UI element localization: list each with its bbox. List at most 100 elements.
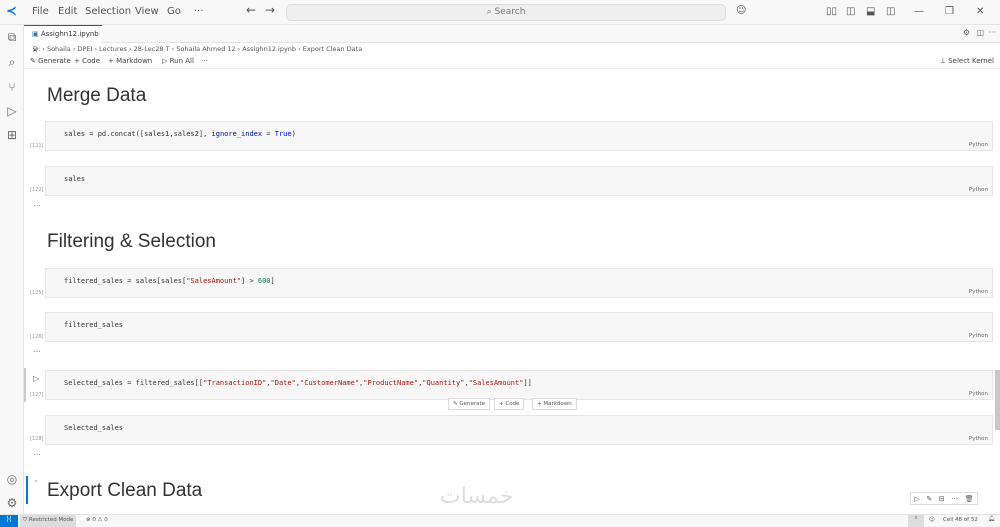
breadcrumb-item[interactable]: D: [33, 45, 40, 53]
title-bar: ≺ File Edit Selection View Go ··· ← → ⌕ … [0, 0, 1000, 25]
insert-code-button[interactable]: + Code [494, 398, 525, 410]
breadcrumb-item[interactable]: Assighn12.ipynb [242, 45, 296, 53]
cell-focus-indicator [24, 368, 26, 402]
explorer-icon[interactable]: ⧉ [5, 30, 19, 44]
gear-icon[interactable]: ⚙ [963, 28, 970, 37]
zoom-icon[interactable]: ⌕ [908, 515, 924, 527]
search-icon[interactable]: ⌕ [5, 55, 19, 69]
source-control-icon[interactable]: ⑂ [5, 80, 19, 94]
cell-language[interactable]: Python [969, 142, 988, 148]
add-code-button[interactable]: + Code [74, 57, 100, 65]
menu-selection[interactable]: Selection [85, 6, 131, 17]
execution-count: [128] [30, 436, 44, 442]
more-actions-icon[interactable]: ··· [988, 28, 996, 37]
breadcrumb-item[interactable]: Export Clean Data [303, 45, 362, 53]
editor-tabs: ▣ Assighn12.ipynb × ⚙ ◫ ··· [24, 25, 1000, 54]
status-bar: ⟩⟨ ⛉ Restricted Mode ⊗ 0 ⚠ 0 ⌕ ☺ Cell 48… [0, 514, 1000, 527]
code-cell-selected[interactable]: Selected_sales = filtered_sales[["Transa… [45, 370, 993, 400]
cell-code[interactable]: filtered_sales [64, 321, 123, 329]
account-icon[interactable]: ◎ [5, 472, 19, 486]
copilot-status-icon[interactable]: ☺ [929, 517, 935, 523]
run-debug-icon[interactable]: ▷ [5, 104, 19, 118]
extensions-icon[interactable]: ⊞ [5, 128, 19, 142]
menu-more[interactable]: ··· [194, 6, 204, 17]
cell-code[interactable]: Selected_sales [64, 424, 123, 432]
cell-code[interactable]: Selected_sales = filtered_sales[["Transa… [64, 379, 532, 387]
code-cell[interactable]: filtered_sales Python [45, 312, 993, 342]
execution-count: [126] [30, 334, 44, 340]
toggle-sidebar-icon[interactable]: ◫ [846, 6, 855, 17]
split-cell-icon[interactable]: ⊟ [939, 495, 945, 503]
minimize-icon[interactable]: — [914, 6, 924, 17]
collapsed-output[interactable]: … [33, 199, 41, 208]
select-kernel-button[interactable]: ⊥ Select Kernel [940, 57, 994, 65]
search-input[interactable]: ⌕ Search [286, 4, 726, 21]
insert-generate-button[interactable]: ✎ Generate [448, 398, 491, 410]
breadcrumb-item[interactable]: 28-Lec28 T [134, 45, 170, 53]
cell-language[interactable]: Python [969, 289, 988, 295]
breadcrumb-item[interactable]: DPEI [77, 45, 92, 53]
more-button[interactable]: ··· [201, 57, 208, 65]
tab-assighn12[interactable]: ▣ Assighn12.ipynb × [24, 25, 102, 54]
execution-count: [125] [30, 290, 44, 296]
breadcrumb: D: › Sohaila › DPEI › Lectures › 28-Lec2… [33, 45, 363, 53]
forward-icon[interactable]: → [265, 3, 275, 17]
customize-layout-icon[interactable]: ▯▯ [826, 6, 837, 17]
menu-edit[interactable]: Edit [58, 6, 77, 17]
markdown-heading-filtering: Filtering & Selection [47, 231, 216, 252]
toggle-panel-icon[interactable]: ⬓ [866, 6, 875, 17]
copilot-icon[interactable]: ☺ [736, 5, 746, 16]
run-icon[interactable]: ▷ [914, 495, 919, 503]
run-cell-icon[interactable]: ▷ [33, 374, 39, 383]
menu-view[interactable]: View [135, 6, 159, 17]
edit-icon[interactable]: ✎ [926, 495, 932, 503]
menu-file[interactable]: File [32, 6, 49, 17]
code-cell[interactable]: sales Python [45, 166, 993, 196]
markdown-heading-merge-data: Merge Data [47, 85, 147, 106]
toggle-secondary-sidebar-icon[interactable]: ◫ [886, 6, 895, 17]
breadcrumb-item[interactable]: Sohaila Ahmed 12 [176, 45, 235, 53]
code-cell[interactable]: sales = pd.concat([sales1,sales2], ignor… [45, 121, 993, 151]
back-icon[interactable]: ← [246, 3, 256, 17]
notebook-toolbar: ✎ Generate + Code + Markdown ▷ Run All ·… [24, 55, 1000, 69]
cell-position[interactable]: Cell 48 of 52 [943, 517, 978, 523]
breadcrumb-item[interactable]: Sohaila [47, 45, 71, 53]
settings-gear-icon[interactable]: ⚙ [5, 496, 19, 510]
execution-count: [127] [30, 392, 44, 398]
markdown-heading-export: Export Clean Data [47, 480, 203, 501]
restore-icon[interactable]: ❐ [945, 6, 954, 17]
split-editor-icon[interactable]: ◫ [976, 28, 984, 37]
scrollbar-thumb[interactable] [995, 370, 1000, 430]
breadcrumb-item[interactable]: Lectures [99, 45, 127, 53]
chevron-down-icon[interactable]: ˅ [34, 480, 38, 488]
delete-icon[interactable]: 🗑 [965, 495, 974, 503]
tab-label: Assighn12.ipynb [40, 30, 99, 38]
insert-markdown-button[interactable]: + Markdown [532, 398, 577, 410]
cell-toolbar: ▷ ✎ ⊟ ··· 🗑 [910, 492, 978, 505]
execution-count: [122] [30, 187, 44, 193]
restricted-mode[interactable]: ⛉ Restricted Mode [20, 515, 77, 527]
code-cell[interactable]: filtered_sales = sales[sales["SalesAmoun… [45, 268, 993, 298]
watermark: خمسات [440, 484, 514, 509]
collapsed-output[interactable]: … [33, 448, 41, 457]
cell-code[interactable]: sales [64, 175, 85, 183]
cell-language[interactable]: Python [969, 391, 988, 397]
execution-count: [121] [30, 143, 44, 149]
generate-button[interactable]: ✎ Generate [30, 57, 71, 65]
remote-icon[interactable]: ⟩⟨ [0, 515, 18, 527]
run-all-button[interactable]: ▷ Run All [162, 57, 194, 65]
collapsed-output[interactable]: … [33, 345, 41, 354]
code-cell[interactable]: Selected_sales Python [45, 415, 993, 445]
problems-indicator[interactable]: ⊗ 0 ⚠ 0 [86, 517, 108, 523]
menu-go[interactable]: Go [167, 6, 181, 17]
notifications-icon[interactable]: 🔔︎ [988, 516, 995, 522]
cell-language[interactable]: Python [969, 333, 988, 339]
more-icon[interactable]: ··· [951, 495, 958, 503]
cell-code[interactable]: filtered_sales = sales[sales["SalesAmoun… [64, 277, 275, 285]
add-markdown-button[interactable]: + Markdown [108, 57, 152, 65]
search-placeholder: Search [494, 7, 526, 17]
cell-language[interactable]: Python [969, 187, 988, 193]
cell-language[interactable]: Python [969, 436, 988, 442]
close-icon[interactable]: ✕ [976, 6, 984, 17]
cell-code[interactable]: sales = pd.concat([sales1,sales2], ignor… [64, 130, 296, 138]
